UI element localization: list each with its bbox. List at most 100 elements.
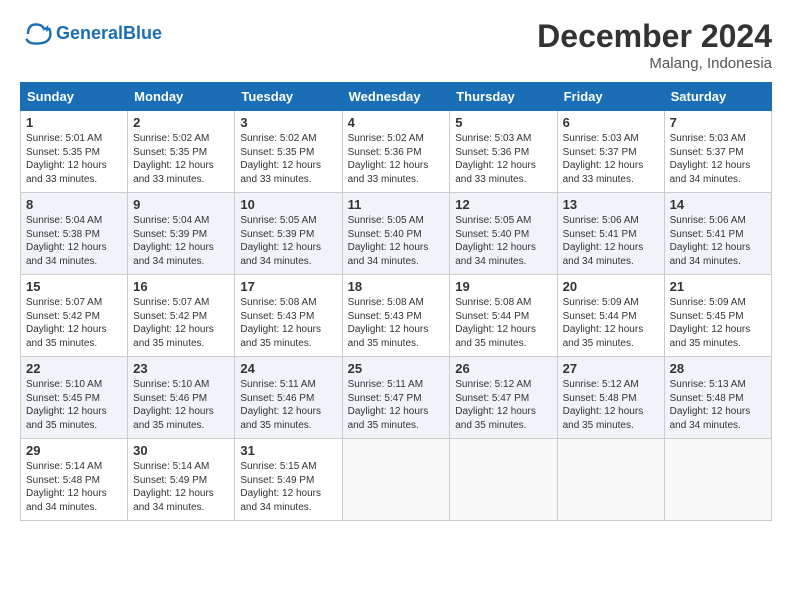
day-number: 3 bbox=[240, 115, 336, 130]
cell-info: Sunrise: 5:13 AM Sunset: 5:48 PM Dayligh… bbox=[670, 378, 766, 432]
day-number: 26 bbox=[455, 361, 551, 376]
week-row-2: 8 Sunrise: 5:04 AM Sunset: 5:38 PM Dayli… bbox=[21, 193, 772, 275]
calendar-cell: 7 Sunrise: 5:03 AM Sunset: 5:37 PM Dayli… bbox=[664, 111, 771, 193]
week-row-3: 15 Sunrise: 5:07 AM Sunset: 5:42 PM Dayl… bbox=[21, 275, 772, 357]
cell-info: Sunrise: 5:15 AM Sunset: 5:49 PM Dayligh… bbox=[240, 460, 336, 514]
week-row-4: 22 Sunrise: 5:10 AM Sunset: 5:45 PM Dayl… bbox=[21, 357, 772, 439]
calendar-cell: 8 Sunrise: 5:04 AM Sunset: 5:38 PM Dayli… bbox=[21, 193, 128, 275]
day-number: 16 bbox=[133, 279, 229, 294]
day-number: 2 bbox=[133, 115, 229, 130]
day-number: 9 bbox=[133, 197, 229, 212]
calendar-cell: 12 Sunrise: 5:05 AM Sunset: 5:40 PM Dayl… bbox=[450, 193, 557, 275]
header-row-days: Sunday Monday Tuesday Wednesday Thursday… bbox=[21, 83, 772, 111]
cell-info: Sunrise: 5:08 AM Sunset: 5:43 PM Dayligh… bbox=[348, 296, 445, 350]
cell-info: Sunrise: 5:05 AM Sunset: 5:39 PM Dayligh… bbox=[240, 214, 336, 268]
cell-info: Sunrise: 5:14 AM Sunset: 5:48 PM Dayligh… bbox=[26, 460, 122, 514]
day-number: 23 bbox=[133, 361, 229, 376]
calendar-cell: 27 Sunrise: 5:12 AM Sunset: 5:48 PM Dayl… bbox=[557, 357, 664, 439]
day-number: 8 bbox=[26, 197, 122, 212]
calendar-cell: 11 Sunrise: 5:05 AM Sunset: 5:40 PM Dayl… bbox=[342, 193, 450, 275]
calendar-table: Sunday Monday Tuesday Wednesday Thursday… bbox=[20, 82, 772, 521]
cell-info: Sunrise: 5:07 AM Sunset: 5:42 PM Dayligh… bbox=[26, 296, 122, 350]
month-title: December 2024 bbox=[537, 18, 772, 55]
cell-info: Sunrise: 5:11 AM Sunset: 5:47 PM Dayligh… bbox=[348, 378, 445, 432]
day-number: 11 bbox=[348, 197, 445, 212]
calendar-cell bbox=[450, 439, 557, 521]
cell-info: Sunrise: 5:06 AM Sunset: 5:41 PM Dayligh… bbox=[670, 214, 766, 268]
cell-info: Sunrise: 5:03 AM Sunset: 5:37 PM Dayligh… bbox=[563, 132, 659, 186]
cell-info: Sunrise: 5:08 AM Sunset: 5:43 PM Dayligh… bbox=[240, 296, 336, 350]
calendar-cell: 28 Sunrise: 5:13 AM Sunset: 5:48 PM Dayl… bbox=[664, 357, 771, 439]
cell-info: Sunrise: 5:02 AM Sunset: 5:35 PM Dayligh… bbox=[240, 132, 336, 186]
cell-info: Sunrise: 5:12 AM Sunset: 5:48 PM Dayligh… bbox=[563, 378, 659, 432]
cell-info: Sunrise: 5:01 AM Sunset: 5:35 PM Dayligh… bbox=[26, 132, 122, 186]
calendar-cell: 4 Sunrise: 5:02 AM Sunset: 5:36 PM Dayli… bbox=[342, 111, 450, 193]
calendar-cell: 22 Sunrise: 5:10 AM Sunset: 5:45 PM Dayl… bbox=[21, 357, 128, 439]
calendar-cell: 24 Sunrise: 5:11 AM Sunset: 5:46 PM Dayl… bbox=[235, 357, 342, 439]
calendar-cell: 10 Sunrise: 5:05 AM Sunset: 5:39 PM Dayl… bbox=[235, 193, 342, 275]
day-number: 13 bbox=[563, 197, 659, 212]
calendar-cell bbox=[557, 439, 664, 521]
day-number: 14 bbox=[670, 197, 766, 212]
day-number: 28 bbox=[670, 361, 766, 376]
calendar-cell: 2 Sunrise: 5:02 AM Sunset: 5:35 PM Dayli… bbox=[128, 111, 235, 193]
col-thursday: Thursday bbox=[450, 83, 557, 111]
day-number: 21 bbox=[670, 279, 766, 294]
col-saturday: Saturday bbox=[664, 83, 771, 111]
calendar-cell: 31 Sunrise: 5:15 AM Sunset: 5:49 PM Dayl… bbox=[235, 439, 342, 521]
cell-info: Sunrise: 5:05 AM Sunset: 5:40 PM Dayligh… bbox=[455, 214, 551, 268]
day-number: 10 bbox=[240, 197, 336, 212]
day-number: 5 bbox=[455, 115, 551, 130]
cell-info: Sunrise: 5:02 AM Sunset: 5:35 PM Dayligh… bbox=[133, 132, 229, 186]
cell-info: Sunrise: 5:12 AM Sunset: 5:47 PM Dayligh… bbox=[455, 378, 551, 432]
cell-info: Sunrise: 5:14 AM Sunset: 5:49 PM Dayligh… bbox=[133, 460, 229, 514]
col-monday: Monday bbox=[128, 83, 235, 111]
cell-info: Sunrise: 5:03 AM Sunset: 5:36 PM Dayligh… bbox=[455, 132, 551, 186]
day-number: 31 bbox=[240, 443, 336, 458]
cell-info: Sunrise: 5:06 AM Sunset: 5:41 PM Dayligh… bbox=[563, 214, 659, 268]
calendar-cell: 30 Sunrise: 5:14 AM Sunset: 5:49 PM Dayl… bbox=[128, 439, 235, 521]
day-number: 25 bbox=[348, 361, 445, 376]
week-row-1: 1 Sunrise: 5:01 AM Sunset: 5:35 PM Dayli… bbox=[21, 111, 772, 193]
cell-info: Sunrise: 5:10 AM Sunset: 5:45 PM Dayligh… bbox=[26, 378, 122, 432]
day-number: 22 bbox=[26, 361, 122, 376]
day-number: 1 bbox=[26, 115, 122, 130]
cell-info: Sunrise: 5:03 AM Sunset: 5:37 PM Dayligh… bbox=[670, 132, 766, 186]
calendar-cell: 21 Sunrise: 5:09 AM Sunset: 5:45 PM Dayl… bbox=[664, 275, 771, 357]
calendar-cell: 29 Sunrise: 5:14 AM Sunset: 5:48 PM Dayl… bbox=[21, 439, 128, 521]
cell-info: Sunrise: 5:02 AM Sunset: 5:36 PM Dayligh… bbox=[348, 132, 445, 186]
calendar-cell: 3 Sunrise: 5:02 AM Sunset: 5:35 PM Dayli… bbox=[235, 111, 342, 193]
cell-info: Sunrise: 5:07 AM Sunset: 5:42 PM Dayligh… bbox=[133, 296, 229, 350]
cell-info: Sunrise: 5:04 AM Sunset: 5:38 PM Dayligh… bbox=[26, 214, 122, 268]
calendar-cell: 26 Sunrise: 5:12 AM Sunset: 5:47 PM Dayl… bbox=[450, 357, 557, 439]
calendar-cell: 15 Sunrise: 5:07 AM Sunset: 5:42 PM Dayl… bbox=[21, 275, 128, 357]
calendar-cell bbox=[664, 439, 771, 521]
cell-info: Sunrise: 5:09 AM Sunset: 5:45 PM Dayligh… bbox=[670, 296, 766, 350]
day-number: 4 bbox=[348, 115, 445, 130]
day-number: 17 bbox=[240, 279, 336, 294]
col-wednesday: Wednesday bbox=[342, 83, 450, 111]
day-number: 12 bbox=[455, 197, 551, 212]
calendar-cell: 17 Sunrise: 5:08 AM Sunset: 5:43 PM Dayl… bbox=[235, 275, 342, 357]
day-number: 15 bbox=[26, 279, 122, 294]
calendar-cell: 6 Sunrise: 5:03 AM Sunset: 5:37 PM Dayli… bbox=[557, 111, 664, 193]
col-sunday: Sunday bbox=[21, 83, 128, 111]
day-number: 19 bbox=[455, 279, 551, 294]
calendar-cell bbox=[342, 439, 450, 521]
day-number: 27 bbox=[563, 361, 659, 376]
main-container: GeneralBlue December 2024 Malang, Indone… bbox=[0, 0, 792, 531]
day-number: 29 bbox=[26, 443, 122, 458]
cell-info: Sunrise: 5:08 AM Sunset: 5:44 PM Dayligh… bbox=[455, 296, 551, 350]
calendar-cell: 14 Sunrise: 5:06 AM Sunset: 5:41 PM Dayl… bbox=[664, 193, 771, 275]
calendar-cell: 23 Sunrise: 5:10 AM Sunset: 5:46 PM Dayl… bbox=[128, 357, 235, 439]
day-number: 24 bbox=[240, 361, 336, 376]
col-friday: Friday bbox=[557, 83, 664, 111]
calendar-cell: 18 Sunrise: 5:08 AM Sunset: 5:43 PM Dayl… bbox=[342, 275, 450, 357]
day-number: 7 bbox=[670, 115, 766, 130]
cell-info: Sunrise: 5:10 AM Sunset: 5:46 PM Dayligh… bbox=[133, 378, 229, 432]
calendar-cell: 13 Sunrise: 5:06 AM Sunset: 5:41 PM Dayl… bbox=[557, 193, 664, 275]
col-tuesday: Tuesday bbox=[235, 83, 342, 111]
calendar-cell: 19 Sunrise: 5:08 AM Sunset: 5:44 PM Dayl… bbox=[450, 275, 557, 357]
calendar-cell: 16 Sunrise: 5:07 AM Sunset: 5:42 PM Dayl… bbox=[128, 275, 235, 357]
calendar-cell: 1 Sunrise: 5:01 AM Sunset: 5:35 PM Dayli… bbox=[21, 111, 128, 193]
